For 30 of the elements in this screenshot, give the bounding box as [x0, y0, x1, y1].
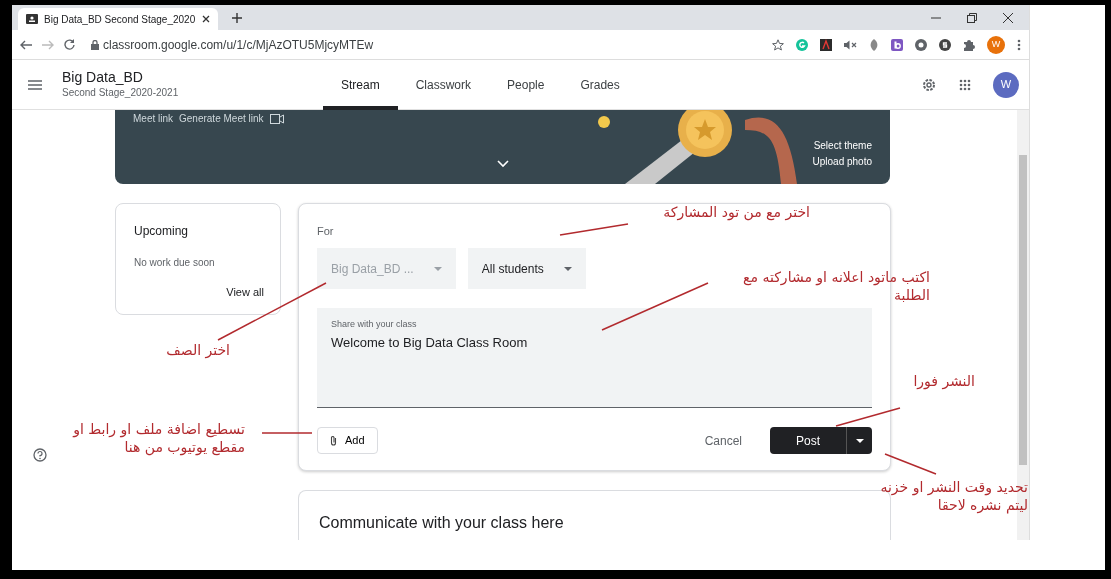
- nav-tab[interactable]: People: [489, 59, 563, 110]
- class-title[interactable]: Big Data_BD: [62, 69, 302, 85]
- view-all-link[interactable]: View all: [226, 286, 264, 298]
- annotation-note: اختر مع من تود المشاركة: [662, 203, 810, 221]
- message-text: Welcome to Big Data Class Room: [331, 333, 529, 352]
- url-text[interactable]: classroom.google.com/u/1/c/MjAzOTU5MjcyMTEw: [103, 35, 374, 54]
- for-label: For: [317, 225, 334, 237]
- select-theme-link[interactable]: Select theme: [812, 138, 872, 154]
- nav-tab[interactable]: Grades: [562, 59, 638, 110]
- annotation-note: تسطيع اضافة ملف او رابط او مقطع يوتيوب من هنا: [71, 420, 245, 456]
- message-field[interactable]: Share with your class Welcome to Big Data Class Room: [317, 308, 872, 408]
- tab-title: Big Data_BD Second Stage_2020: [44, 12, 196, 27]
- generate-meet-link[interactable]: Generate Meet link: [179, 111, 264, 126]
- class-section: Second Stage_2020-2021: [62, 85, 302, 100]
- annotation-note: النشر فورا: [912, 372, 975, 390]
- communicate-prompt: Communicate with your class here: [319, 513, 565, 533]
- user-avatar[interactable]: W: [993, 71, 1019, 98]
- upcoming-title: Upcoming: [134, 223, 190, 240]
- annotation-note: اكتب ماتود اعلانه او مشاركته مع الطلبة: [742, 268, 930, 304]
- upload-photo-link[interactable]: Upload photo: [812, 154, 872, 170]
- nav-tab[interactable]: Classwork: [397, 59, 490, 110]
- browser-tab[interactable]: Big Data_BD Second Stage_2020: [18, 8, 218, 30]
- upcoming-message: No work due soon: [134, 256, 216, 270]
- meet-link-label: Meet link: [133, 112, 173, 126]
- annotation-note: اختر الصف: [165, 341, 230, 359]
- field-label: Share with your class: [331, 318, 418, 331]
- cancel-button[interactable]: Cancel: [698, 430, 748, 451]
- post-button[interactable]: Post: [770, 427, 846, 454]
- audience-select[interactable]: All students: [467, 248, 586, 289]
- add-button[interactable]: Add: [317, 427, 378, 454]
